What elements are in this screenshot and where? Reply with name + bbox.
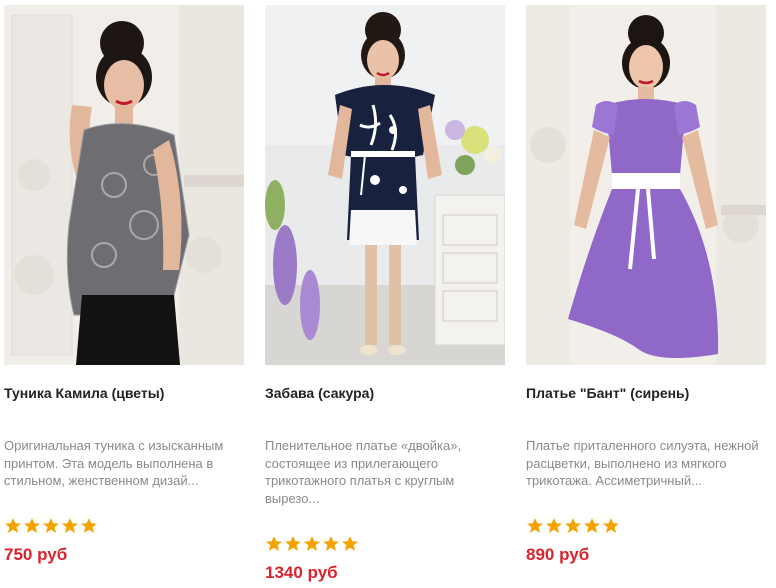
- star-icon: [565, 518, 581, 533]
- star-icon: [62, 518, 78, 533]
- rating-stars: [4, 517, 98, 537]
- product-image[interactable]: [526, 5, 766, 365]
- product-title[interactable]: Туника Камила (цветы): [4, 385, 254, 401]
- product-image[interactable]: [265, 5, 505, 365]
- product-description: Пленительное платье «двойка», состоящее …: [265, 438, 462, 506]
- product-title[interactable]: Забава (сакура): [265, 385, 515, 401]
- product-grid: Туника Камила (цветы) Оригинальная туник…: [0, 0, 776, 588]
- star-icon: [24, 518, 40, 533]
- product-price: 890 руб: [526, 545, 590, 564]
- star-icon: [342, 536, 358, 551]
- product-title[interactable]: Платье "Бант" (сирень): [526, 385, 776, 401]
- product-price: 750 руб: [4, 545, 68, 564]
- product-image[interactable]: [4, 5, 244, 365]
- star-icon: [43, 518, 59, 533]
- star-icon: [584, 518, 600, 533]
- star-icon: [527, 518, 543, 533]
- star-icon: [603, 518, 619, 533]
- product-photo: [526, 5, 766, 365]
- star-icon: [323, 536, 339, 551]
- star-icon: [81, 518, 97, 533]
- product-description: Оригинальная туника с изысканным принтом…: [4, 438, 224, 488]
- product-photo: [4, 5, 244, 365]
- rating-stars: [265, 535, 359, 555]
- product-price: 1340 руб: [265, 563, 338, 582]
- star-icon: [266, 536, 282, 551]
- star-icon: [304, 536, 320, 551]
- star-icon: [546, 518, 562, 533]
- product-photo: [265, 5, 505, 365]
- star-icon: [285, 536, 301, 551]
- rating-stars: [526, 517, 620, 537]
- product-description: Платье приталенного силуэта, нежной расц…: [526, 438, 759, 488]
- star-icon: [5, 518, 21, 533]
